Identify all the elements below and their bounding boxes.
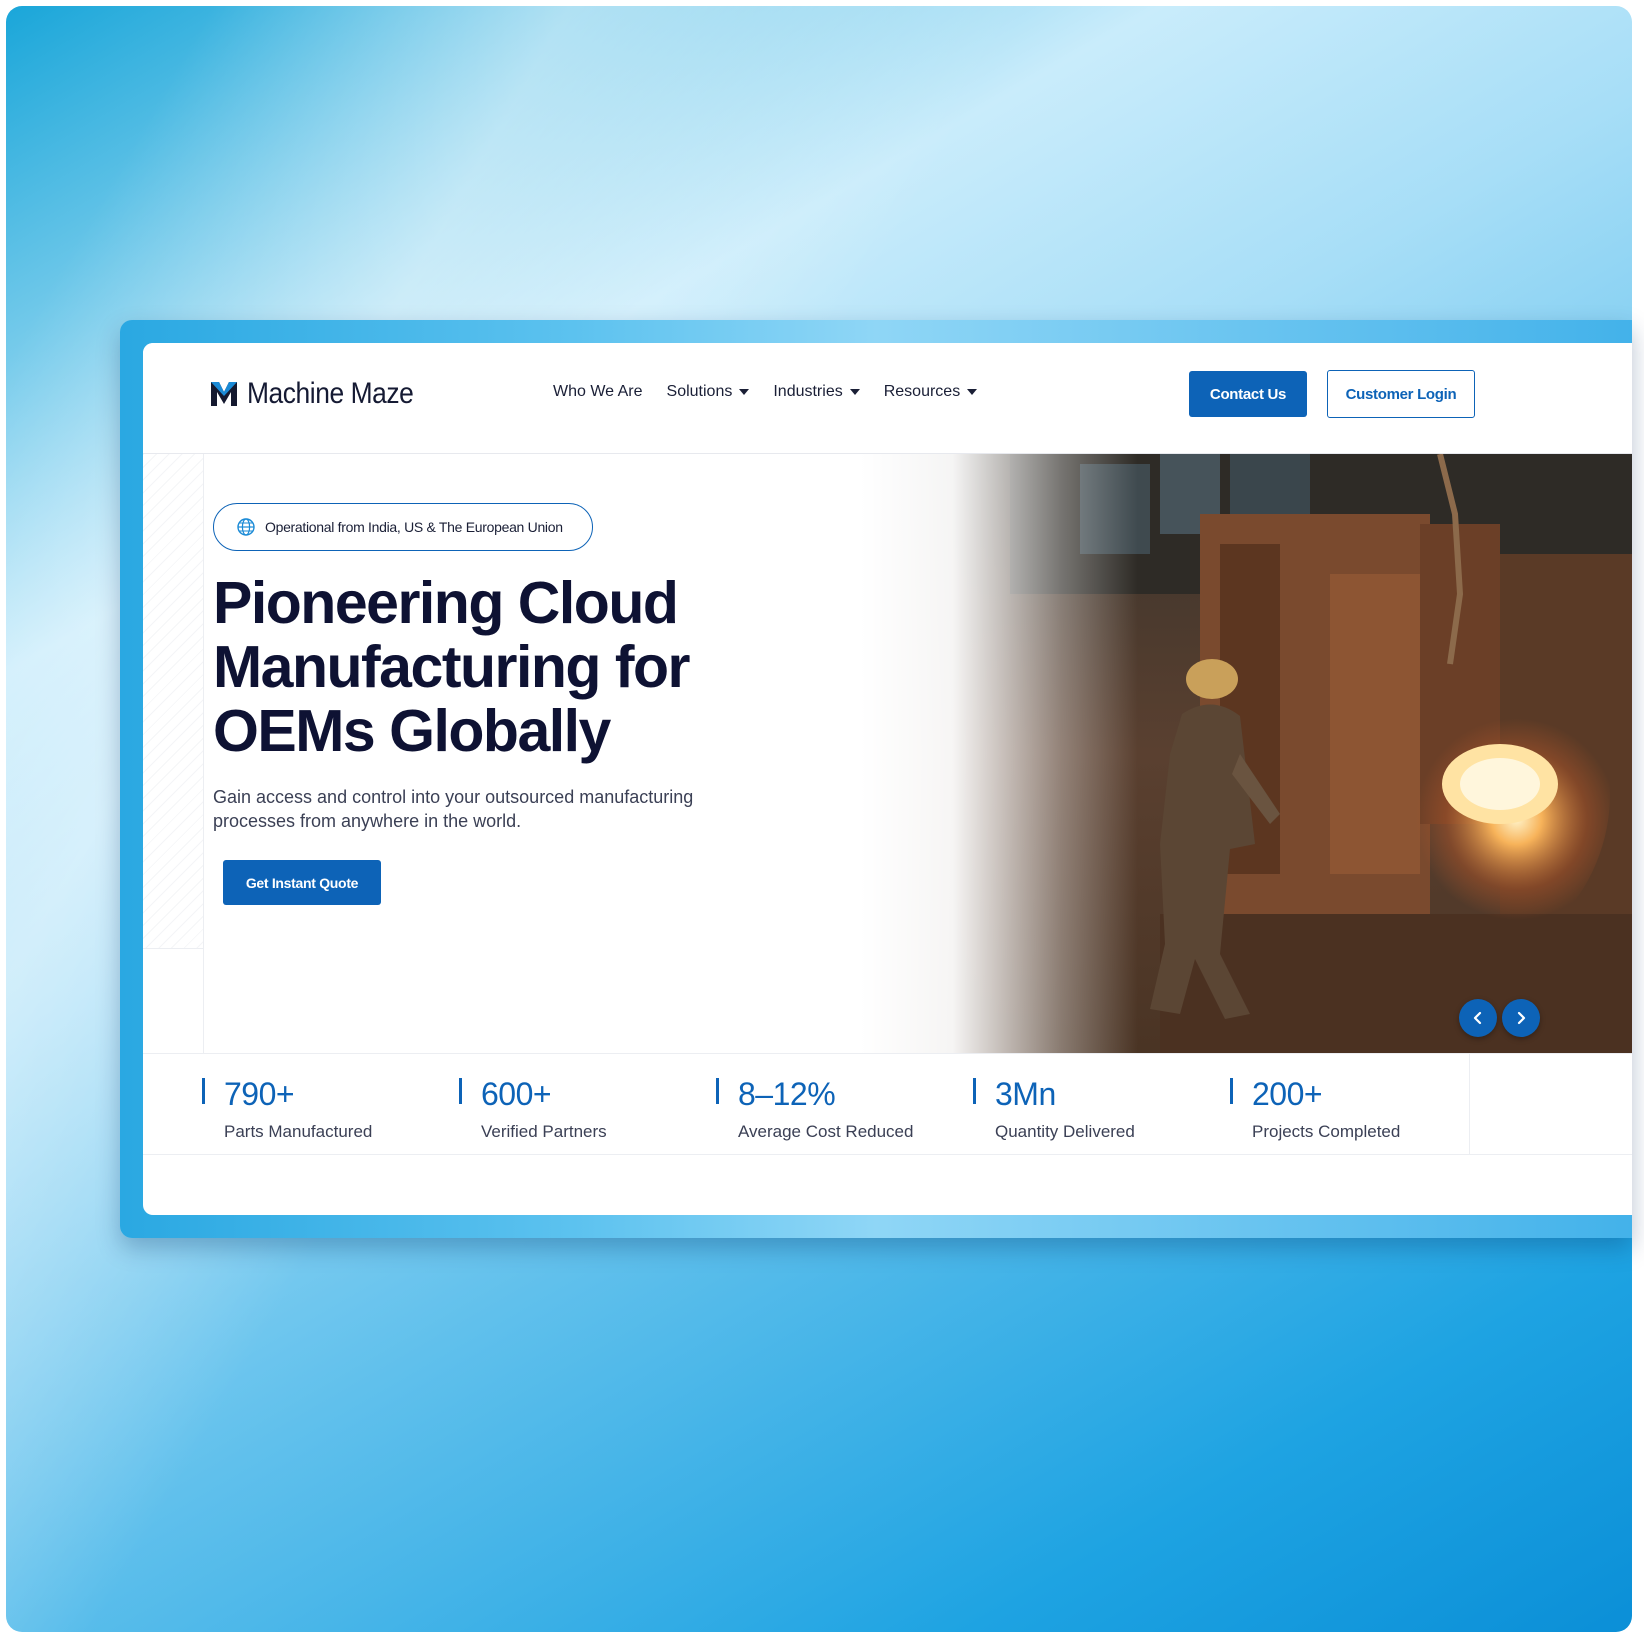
globe-icon — [237, 518, 255, 536]
stat-label: Verified Partners — [481, 1122, 607, 1141]
get-instant-quote-button[interactable]: Get Instant Quote — [223, 860, 381, 905]
stat-accent-bar — [1230, 1078, 1233, 1104]
stat-value: 600+ — [481, 1076, 552, 1112]
hero-subtext: Gain access and control into your outsou… — [213, 787, 694, 831]
nav-resources[interactable]: Resources — [883, 383, 978, 401]
stat-label: Average Cost Reduced — [738, 1122, 914, 1141]
stat-accent-bar — [459, 1078, 462, 1104]
customer-login-button[interactable]: Customer Login — [1327, 370, 1475, 418]
caret-down-icon — [967, 389, 978, 395]
nav-label: Industries — [773, 383, 843, 400]
layout-guide-line — [203, 454, 204, 1154]
machine-maze-logo-icon — [211, 382, 237, 406]
stat-value: 3Mn — [995, 1076, 1056, 1112]
stat-accent-bar — [202, 1078, 205, 1104]
stat-accent-bar — [973, 1078, 976, 1104]
nav-label: Solutions — [666, 383, 733, 400]
brand-name: Machine Maze — [247, 377, 414, 410]
nav-label: Who We Are — [553, 383, 643, 400]
stats-divider — [1469, 1054, 1470, 1154]
stat-label: Quantity Delivered — [995, 1122, 1135, 1141]
stats-bar: 790+ Parts Manufactured 600+ Verified Pa… — [143, 1053, 1632, 1155]
contact-us-button[interactable]: Contact Us — [1189, 371, 1307, 417]
stat-value: 8–12% — [738, 1076, 836, 1112]
carousel-prev-button[interactable] — [1459, 999, 1497, 1037]
caret-down-icon — [739, 389, 750, 395]
chevron-right-icon — [1517, 1011, 1526, 1025]
hatch-pattern — [143, 454, 203, 949]
site-header: Machine Maze Who We Are Solutions Indust… — [143, 343, 1632, 454]
nav-solutions[interactable]: Solutions — [667, 383, 750, 401]
main-nav: Who We Are Solutions Industries Resource… — [553, 383, 978, 401]
caret-down-icon — [849, 389, 860, 395]
stat-label: Projects Completed — [1252, 1122, 1401, 1141]
stat-value: 790+ — [224, 1076, 295, 1112]
stat-accent-bar — [716, 1078, 719, 1104]
website-preview: Machine Maze Who We Are Solutions Indust… — [143, 343, 1632, 1215]
hero-factory-image — [860, 454, 1632, 1053]
location-badge: Operational from India, US & The Europea… — [213, 503, 593, 551]
logo[interactable]: Machine Maze — [209, 377, 436, 411]
carousel-next-button[interactable] — [1502, 999, 1540, 1037]
stat-label: Parts Manufactured — [224, 1122, 373, 1141]
nav-industries[interactable]: Industries — [773, 383, 860, 401]
hero-headline: Pioneering Cloud Manufacturing for OEMs … — [213, 570, 690, 764]
stat-value: 200+ — [1252, 1076, 1323, 1112]
badge-text: Operational from India, US & The Europea… — [265, 519, 563, 535]
nav-label: Resources — [883, 383, 961, 400]
chevron-left-icon — [1473, 1011, 1482, 1025]
nav-who-we-are[interactable]: Who We Are — [553, 383, 643, 401]
